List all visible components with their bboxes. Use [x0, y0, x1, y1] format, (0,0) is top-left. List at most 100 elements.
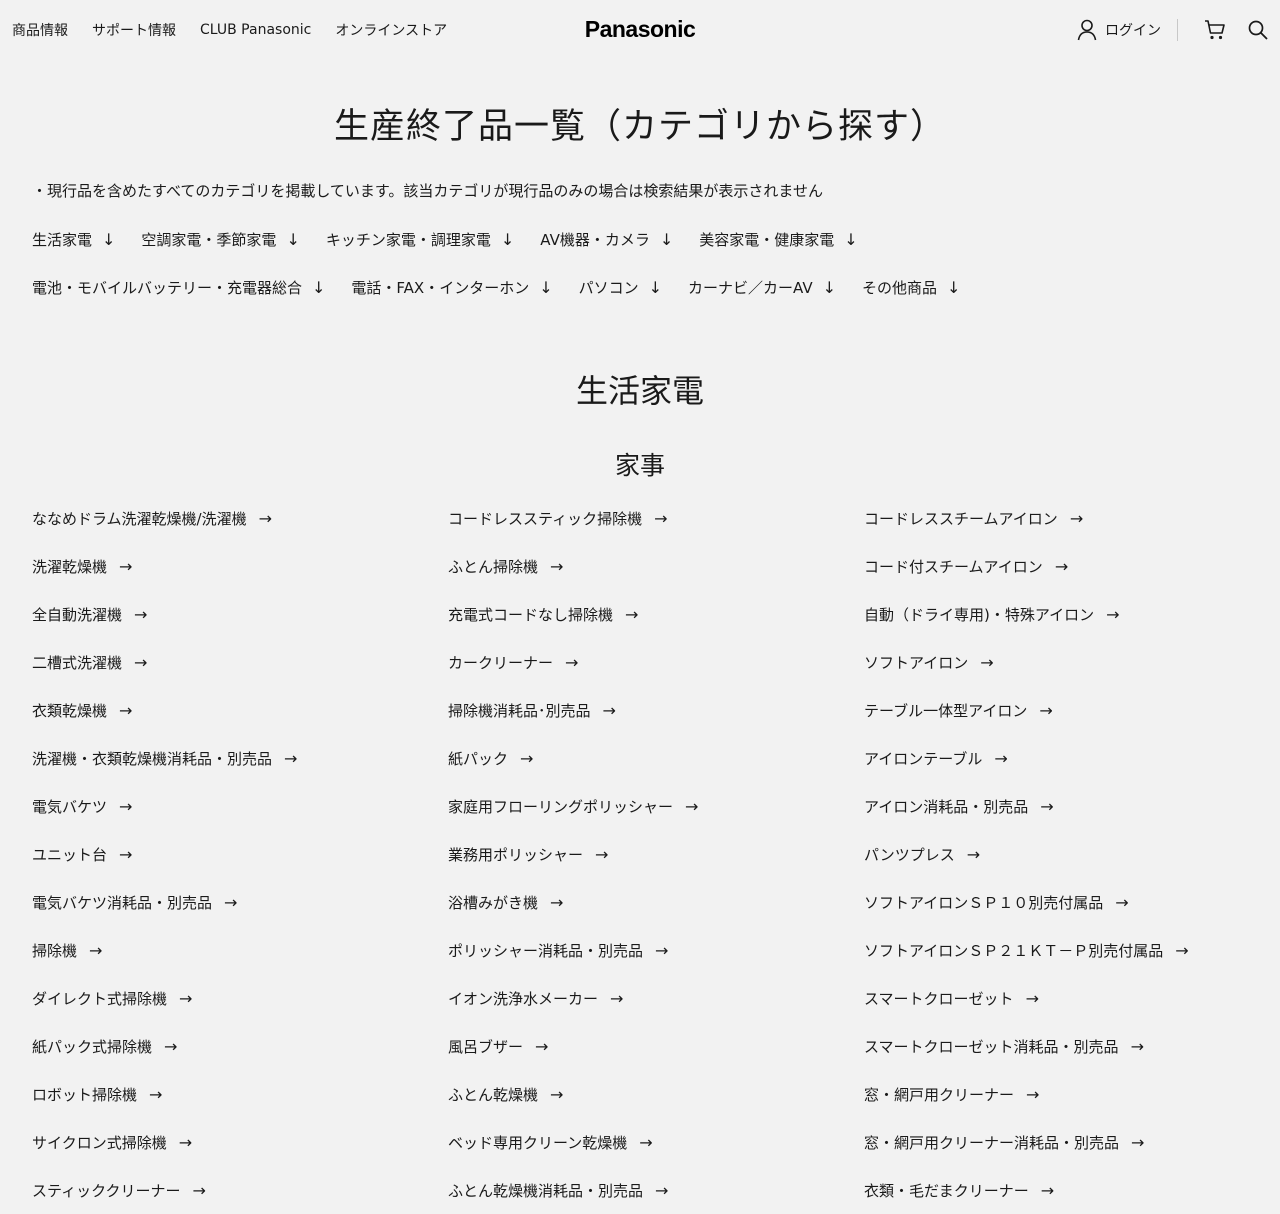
category-link[interactable]: 掃除機消耗品･別売品 →	[448, 686, 864, 734]
category-link[interactable]: 窓・網戸用クリーナー →	[864, 1070, 1280, 1118]
category-link[interactable]: 洗濯乾燥機 →	[32, 542, 448, 590]
category-link[interactable]: 家庭用フローリングポリッシャー →	[448, 782, 864, 830]
category-link[interactable]: ふとん乾燥機消耗品・別売品 →	[448, 1166, 864, 1214]
cart-icon	[1204, 19, 1226, 41]
category-link[interactable]: 風呂ブザー →	[448, 1022, 864, 1070]
category-link[interactable]: テーブル一体型アイロン →	[864, 686, 1280, 734]
category-link[interactable]: ポリッシャー消耗品・別売品 →	[448, 926, 864, 974]
arrow-down-icon: ↓	[947, 278, 961, 297]
arrow-right-icon: →	[1039, 700, 1053, 720]
category-link-label: スマートクローゼット消耗品・別売品	[864, 1037, 1119, 1056]
nav-products[interactable]: 商品情報	[12, 20, 68, 40]
category-link[interactable]: スマートクローゼット消耗品・別売品 →	[864, 1022, 1280, 1070]
category-link-label: アイロン消耗品・別売品	[864, 797, 1029, 816]
category-link[interactable]: スティッククリーナー →	[32, 1166, 448, 1214]
anchor-link[interactable]: 生活家電 ↓	[32, 229, 115, 250]
category-link[interactable]: ふとん掃除機 →	[448, 542, 864, 590]
arrow-right-icon: →	[625, 604, 639, 624]
anchor-link[interactable]: 空調家電・季節家電 ↓	[141, 229, 299, 250]
login-button[interactable]: ログイン	[1077, 19, 1177, 41]
category-link-label: コードレススチームアイロン	[864, 509, 1058, 528]
category-link[interactable]: スマートクローゼット →	[864, 974, 1280, 1022]
category-link-label: 業務用ポリッシャー	[448, 845, 584, 864]
section-title: 生活家電	[575, 372, 704, 410]
category-link[interactable]: コードレススチームアイロン →	[864, 494, 1280, 542]
global-nav: 商品情報 サポート情報 CLUB Panasonic オンラインストア	[12, 0, 447, 60]
anchor-link[interactable]: 電池・モバイルバッテリー・充電器総合 ↓	[32, 277, 325, 298]
category-link-grid: ななめドラム洗濯乾燥機/洗濯機 → コードレススティック掃除機 → コードレススチームア…	[32, 494, 1280, 1214]
arrow-right-icon: →	[1025, 988, 1039, 1008]
category-link[interactable]: 業務用ポリッシャー →	[448, 830, 864, 878]
arrow-right-icon: →	[1115, 892, 1129, 912]
category-link[interactable]: ロボット掃除機 →	[32, 1070, 448, 1118]
category-link-label: ふとん乾燥機	[448, 1085, 539, 1104]
category-link-label: スマートクローゼット	[864, 989, 1014, 1008]
anchor-link[interactable]: 電話・FAX・インターホン ↓	[351, 277, 552, 298]
category-link[interactable]: ソフトアイロン →	[864, 638, 1280, 686]
category-link[interactable]: 電気バケツ →	[32, 782, 448, 830]
cart-button[interactable]	[1204, 19, 1226, 41]
category-link[interactable]: コード付スチームアイロン →	[864, 542, 1280, 590]
site-header: 商品情報 サポート情報 CLUB Panasonic オンラインストア Pana…	[0, 0, 1280, 60]
panasonic-logo[interactable]: Panasonic	[585, 16, 696, 43]
category-link[interactable]: コードレススティック掃除機 →	[448, 494, 864, 542]
arrow-right-icon: →	[119, 796, 133, 816]
arrow-right-icon: →	[654, 508, 668, 528]
arrow-down-icon: ↓	[539, 278, 553, 297]
arrow-right-icon: →	[1054, 556, 1069, 576]
category-link[interactable]: サイクロン式掃除機 →	[32, 1118, 448, 1166]
category-link[interactable]: 浴槽みがき機 →	[448, 878, 864, 926]
anchor-link[interactable]: その他商品 ↓	[862, 277, 960, 298]
anchor-label: 生活家電	[32, 231, 93, 249]
category-link[interactable]: ソフトアイロンＳＰ２１ＫＴ－Ｐ別売付属品 →	[864, 926, 1280, 974]
category-link[interactable]: ソフトアイロンＳＰ１０別売付属品 →	[864, 878, 1280, 926]
category-link[interactable]: パンツプレス →	[864, 830, 1280, 878]
anchor-link[interactable]: カーナビ／カーAV ↓	[688, 277, 836, 298]
nav-online-store[interactable]: オンラインストア	[335, 20, 447, 40]
category-link[interactable]: ベッド専用クリーン乾燥機 →	[448, 1118, 864, 1166]
nav-support[interactable]: サポート情報	[92, 20, 176, 40]
nav-club-panasonic[interactable]: CLUB Panasonic	[200, 22, 311, 38]
search-button[interactable]	[1248, 20, 1268, 40]
category-link[interactable]: 掃除機 →	[32, 926, 448, 974]
category-link-label: ソフトアイロン	[864, 653, 969, 672]
category-link[interactable]: 紙パック →	[448, 734, 864, 782]
category-link[interactable]: 充電式コードなし掃除機 →	[448, 590, 864, 638]
arrow-right-icon: →	[119, 844, 133, 864]
category-link[interactable]: 二槽式洗濯機 →	[32, 638, 448, 686]
category-link[interactable]: ユニット台 →	[32, 830, 448, 878]
category-link[interactable]: 電気バケツ消耗品・別売品 →	[32, 878, 448, 926]
category-link-label: ななめドラム洗濯乾燥機/洗濯機	[32, 509, 247, 528]
category-link[interactable]: ななめドラム洗濯乾燥機/洗濯機 →	[32, 494, 448, 542]
category-link[interactable]: ダイレクト式掃除機 →	[32, 974, 448, 1022]
arrow-down-icon: ↓	[102, 230, 116, 249]
anchor-label: 電話・FAX・インターホン	[351, 279, 530, 297]
category-link[interactable]: 紙パック式掃除機 →	[32, 1022, 448, 1070]
category-link-label: 浴槽みがき機	[448, 893, 539, 912]
category-link[interactable]: アイロン消耗品・別売品 →	[864, 782, 1280, 830]
arrow-down-icon: ↓	[312, 278, 326, 297]
category-link[interactable]: イオン洗浄水メーカー →	[448, 974, 864, 1022]
page-title: 生産終了品一覧（カテゴリから探す）	[333, 107, 946, 147]
category-link-label: ダイレクト式掃除機	[32, 989, 168, 1008]
arrow-right-icon: →	[224, 892, 238, 912]
category-link[interactable]: 窓・網戸用クリーナー消耗品・別売品 →	[864, 1118, 1280, 1166]
category-link[interactable]: 衣類・毛だまクリーナー →	[864, 1166, 1280, 1214]
category-link[interactable]: 全自動洗濯機 →	[32, 590, 448, 638]
anchor-link[interactable]: パソコン ↓	[579, 277, 662, 298]
category-link[interactable]: アイロンテーブル →	[864, 734, 1280, 782]
arrow-right-icon: →	[655, 1180, 669, 1200]
category-link[interactable]: カークリーナー →	[448, 638, 864, 686]
category-link[interactable]: 洗濯機・衣類乾燥機消耗品・別売品 →	[32, 734, 448, 782]
category-link[interactable]: 自動（ドライ専用)・特殊アイロン →	[864, 590, 1280, 638]
anchor-link[interactable]: AV機器・カメラ ↓	[540, 229, 673, 250]
category-link[interactable]: 衣類乾燥機 →	[32, 686, 448, 734]
category-link[interactable]: ふとん乾燥機 →	[448, 1070, 864, 1118]
arrow-right-icon: →	[966, 844, 981, 864]
arrow-right-icon: →	[994, 748, 1008, 768]
arrow-right-icon: →	[550, 892, 564, 912]
anchor-link[interactable]: 美容家電・健康家電 ↓	[699, 229, 857, 250]
category-link-label: 紙パック式掃除機	[32, 1037, 153, 1056]
anchor-link[interactable]: キッチン家電・調理家電 ↓	[326, 229, 514, 250]
category-link-label: テーブル一体型アイロン	[864, 701, 1028, 720]
